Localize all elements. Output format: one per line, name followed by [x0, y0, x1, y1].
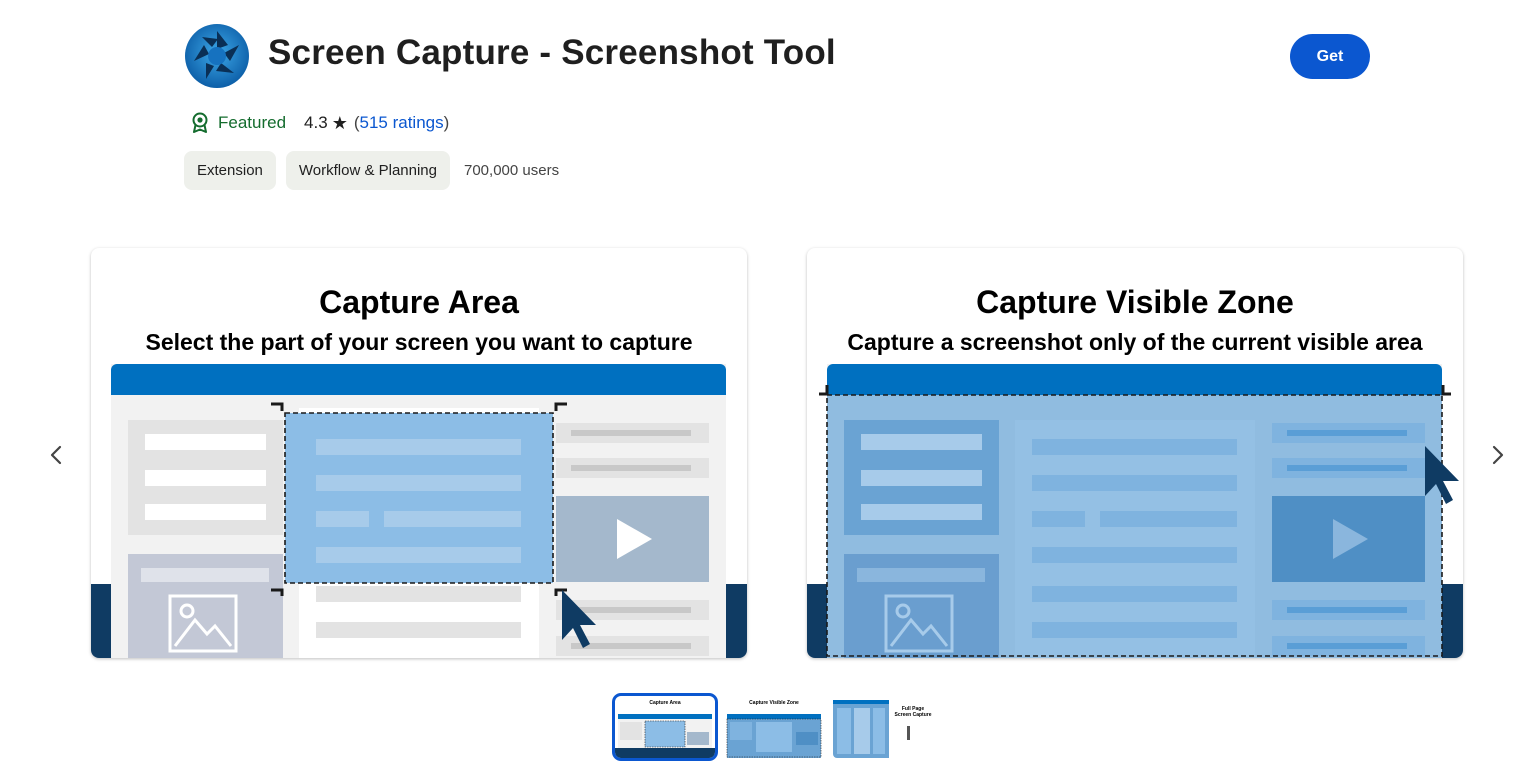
thumbnail-strip: Capture Area Capture Visible Zone Full P…	[612, 693, 942, 761]
slide-subtitle: Capture a screenshot only of the current…	[847, 329, 1423, 355]
ratings-count-link[interactable]: 515 ratings	[360, 113, 444, 133]
thumbnail-capture-visible-zone[interactable]: Capture Visible Zone	[724, 696, 824, 758]
screenshot-slide-capture-area[interactable]: Capture Area Select the part of your scr…	[91, 248, 747, 658]
screenshot-slide-capture-visible-zone[interactable]: Capture Visible Zone Capture a screensho…	[807, 248, 1463, 658]
get-button[interactable]: Get	[1290, 34, 1370, 79]
slide-title: Capture Visible Zone	[976, 284, 1294, 320]
thumbnail-title: Capture Area	[649, 700, 681, 706]
thumbnail-title: Full Page Screen Capture	[894, 706, 932, 718]
category-chips: Extension Workflow & Planning 700,000 us…	[184, 151, 559, 190]
meta-row: Featured 4.3 ★ (515 ratings)	[190, 110, 449, 136]
page-title: Screen Capture - Screenshot Tool	[268, 33, 836, 72]
star-icon: ★	[331, 112, 348, 133]
slide-subtitle: Select the part of your screen you want …	[145, 329, 693, 355]
thumbnail-full-page[interactable]: Full Page Screen Capture	[833, 696, 933, 758]
chevron-left-icon[interactable]	[41, 440, 71, 470]
thumbnail-title: Capture Visible Zone	[749, 700, 799, 706]
chip-workflow-planning[interactable]: Workflow & Planning	[285, 151, 450, 190]
app-logo-aperture-icon	[185, 24, 249, 88]
slide-title: Capture Area	[319, 284, 519, 320]
paren-close: )	[443, 113, 450, 132]
chevron-right-icon[interactable]	[1483, 440, 1513, 470]
award-badge-icon	[192, 112, 208, 133]
rating-value: 4.3	[304, 113, 328, 132]
users-count: 700,000 users	[464, 162, 560, 179]
thumbnail-capture-area[interactable]: Capture Area	[612, 693, 718, 761]
featured-badge-label: Featured	[218, 113, 287, 132]
chip-extension[interactable]: Extension	[184, 151, 276, 190]
